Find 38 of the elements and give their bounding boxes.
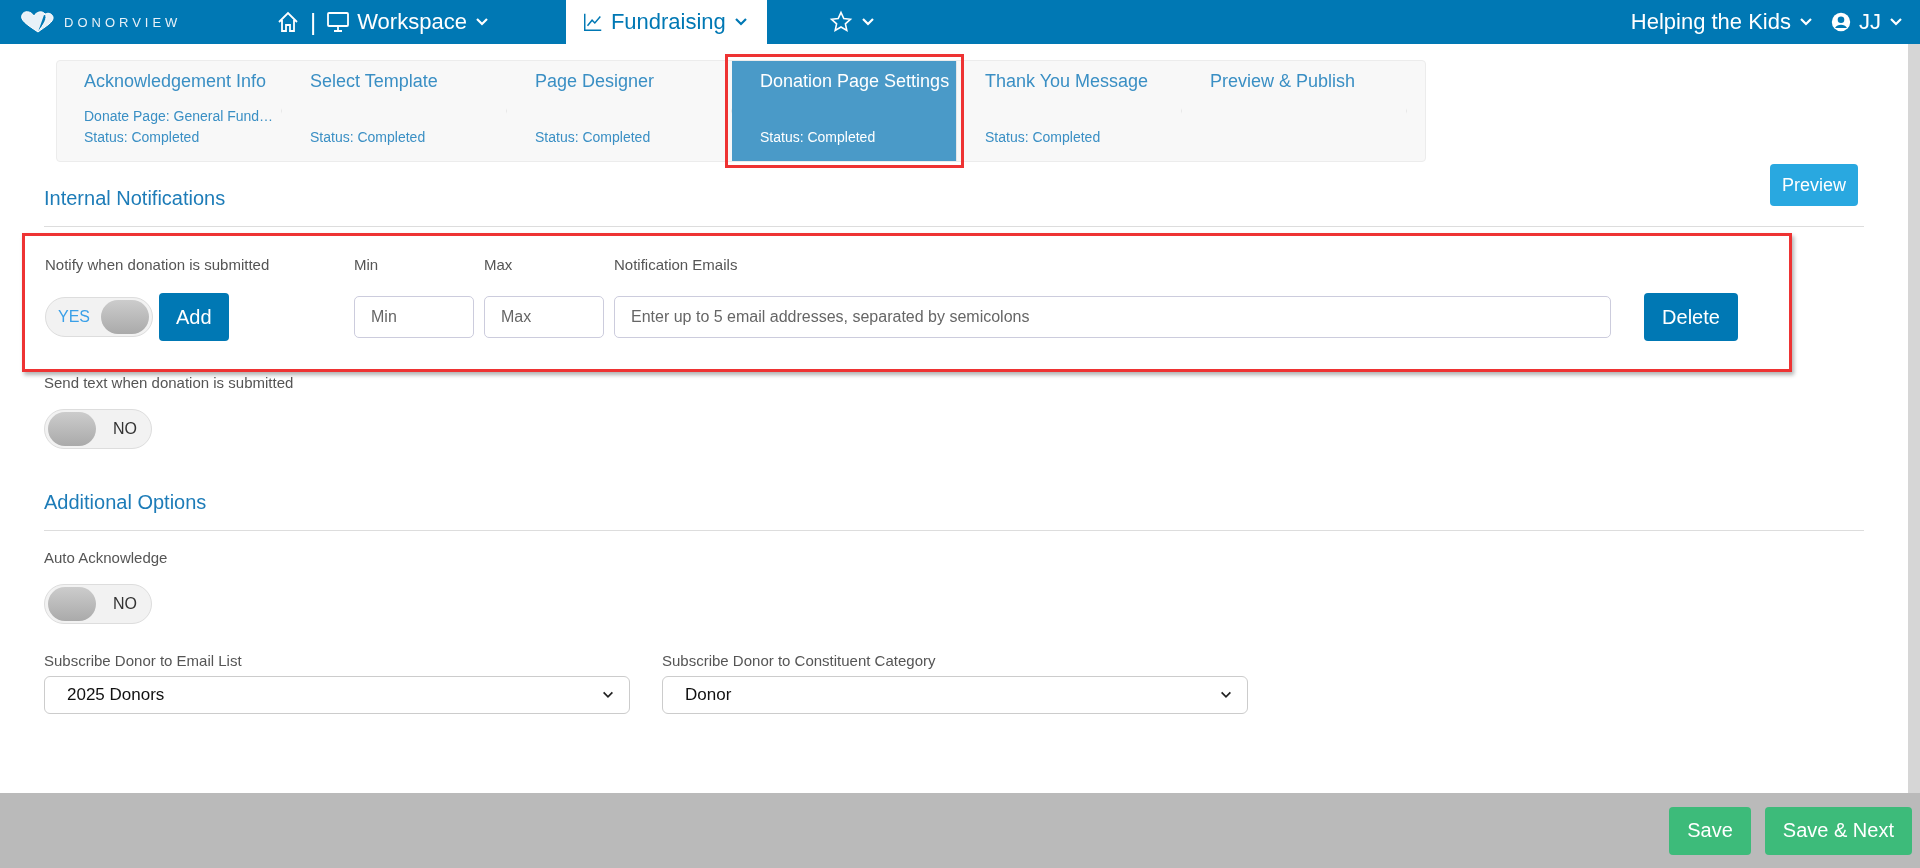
user-avatar-icon (1830, 11, 1852, 33)
nav-separator: | (310, 8, 317, 36)
add-button[interactable]: Add (159, 293, 229, 341)
dropdown-select[interactable]: Donor (662, 676, 1248, 714)
field-label: Subscribe Donor to Email List (44, 652, 243, 669)
user-menu[interactable]: JJ (1830, 0, 1920, 44)
field-label: Notify when donation is submitted (45, 256, 271, 273)
min-field[interactable]: Min (354, 296, 474, 338)
section-title: Internal Notifications (44, 187, 226, 211)
email-field[interactable]: Enter up to 5 email addresses, separated by semicolons (614, 296, 1611, 338)
wizard-step[interactable]: Thank You Message Status: Completed (957, 61, 1182, 161)
logo-text: DONORVIEW (64, 14, 182, 30)
monitor-icon (326, 10, 351, 34)
wizard-step[interactable]: Preview & Publish (1182, 61, 1407, 161)
toggle-switch[interactable]: NO (44, 409, 152, 449)
line-chart-icon (581, 11, 604, 33)
toggle-switch[interactable]: YES (45, 297, 153, 337)
section-title: Additional Options (44, 491, 207, 515)
organization-menu[interactable]: Helping the Kids (1630, 0, 1830, 44)
nav-menu[interactable]: Fundraising (565, 0, 767, 44)
save-button[interactable]: Save (1669, 806, 1751, 855)
field-label: Auto Acknowledge (44, 549, 169, 566)
field-label: Max (484, 256, 514, 273)
home-icon[interactable] (276, 10, 300, 34)
star-icon (828, 10, 853, 34)
save-button[interactable]: Save & Next (1764, 806, 1912, 855)
nav-menu[interactable]: Workspace (326, 0, 506, 44)
max-field[interactable]: Max (484, 296, 604, 338)
dropdown-select[interactable]: 2025 Donors (44, 676, 630, 714)
preview-button[interactable]: Preview (1769, 164, 1858, 206)
field-label: Notification Emails (614, 256, 739, 273)
wizard-step[interactable]: Select Template Status: Completed (282, 61, 507, 161)
field-label: Min (354, 256, 380, 273)
toggle-switch[interactable]: NO (44, 584, 152, 624)
delete-button[interactable]: Delete (1644, 293, 1738, 341)
field-label: Subscribe Donor to Constituent Category (662, 652, 937, 669)
wizard-step[interactable]: Acknowledgement Info Donate Page: General Fund… Status: Completed (57, 61, 282, 161)
field-label: Send text when donation is submitted (44, 374, 295, 391)
